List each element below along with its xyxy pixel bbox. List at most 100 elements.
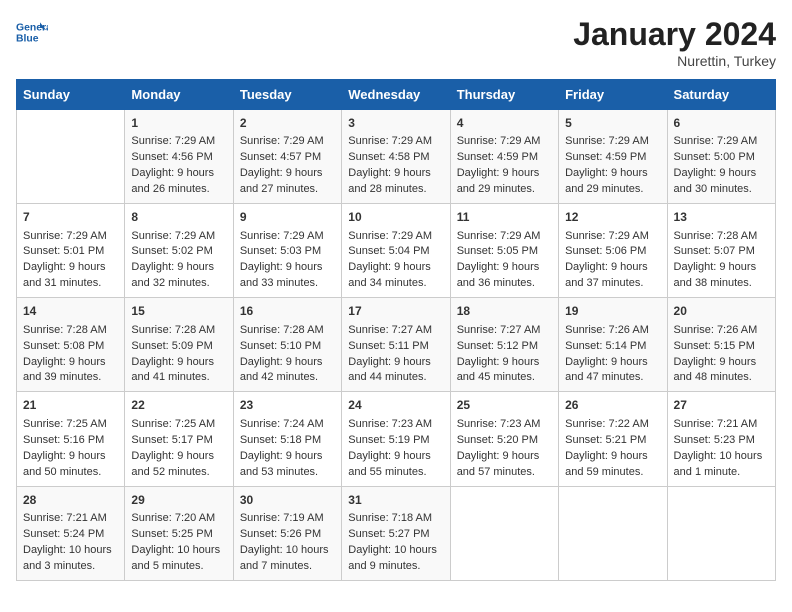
calendar-cell: 7Sunrise: 7:29 AMSunset: 5:01 PMDaylight… xyxy=(17,204,125,298)
sunset-text: Sunset: 5:06 PM xyxy=(565,245,646,257)
calendar-cell: 28Sunrise: 7:21 AMSunset: 5:24 PMDayligh… xyxy=(17,486,125,580)
calendar-cell: 11Sunrise: 7:29 AMSunset: 5:05 PMDayligh… xyxy=(450,204,558,298)
sunrise-text: Sunrise: 7:28 AM xyxy=(23,324,107,336)
sunrise-text: Sunrise: 7:25 AM xyxy=(131,418,215,430)
sunrise-text: Sunrise: 7:29 AM xyxy=(131,135,215,147)
sunrise-text: Sunrise: 7:19 AM xyxy=(240,512,324,524)
day-number: 11 xyxy=(457,209,552,226)
day-number: 7 xyxy=(23,209,118,226)
calendar-cell: 21Sunrise: 7:25 AMSunset: 5:16 PMDayligh… xyxy=(17,392,125,486)
day-number: 27 xyxy=(674,397,769,414)
calendar-cell: 12Sunrise: 7:29 AMSunset: 5:06 PMDayligh… xyxy=(559,204,667,298)
daylight-text: Daylight: 10 hours and 3 minutes. xyxy=(23,544,112,572)
calendar-cell xyxy=(667,486,775,580)
calendar-cell: 23Sunrise: 7:24 AMSunset: 5:18 PMDayligh… xyxy=(233,392,341,486)
calendar-cell: 13Sunrise: 7:28 AMSunset: 5:07 PMDayligh… xyxy=(667,204,775,298)
week-row-2: 7Sunrise: 7:29 AMSunset: 5:01 PMDaylight… xyxy=(17,204,776,298)
sunset-text: Sunset: 4:58 PM xyxy=(348,151,429,163)
column-header-friday: Friday xyxy=(559,80,667,110)
day-number: 31 xyxy=(348,492,443,509)
sunrise-text: Sunrise: 7:23 AM xyxy=(348,418,432,430)
calendar-cell: 20Sunrise: 7:26 AMSunset: 5:15 PMDayligh… xyxy=(667,298,775,392)
day-number: 29 xyxy=(131,492,226,509)
daylight-text: Daylight: 9 hours and 29 minutes. xyxy=(457,167,540,195)
logo: General Blue xyxy=(16,16,48,48)
calendar-cell: 24Sunrise: 7:23 AMSunset: 5:19 PMDayligh… xyxy=(342,392,450,486)
sunrise-text: Sunrise: 7:22 AM xyxy=(565,418,649,430)
calendar-cell: 31Sunrise: 7:18 AMSunset: 5:27 PMDayligh… xyxy=(342,486,450,580)
sunrise-text: Sunrise: 7:27 AM xyxy=(348,324,432,336)
calendar-cell: 22Sunrise: 7:25 AMSunset: 5:17 PMDayligh… xyxy=(125,392,233,486)
daylight-text: Daylight: 9 hours and 34 minutes. xyxy=(348,261,431,289)
sunset-text: Sunset: 5:07 PM xyxy=(674,245,755,257)
calendar-cell: 14Sunrise: 7:28 AMSunset: 5:08 PMDayligh… xyxy=(17,298,125,392)
calendar-cell: 4Sunrise: 7:29 AMSunset: 4:59 PMDaylight… xyxy=(450,110,558,204)
daylight-text: Daylight: 9 hours and 36 minutes. xyxy=(457,261,540,289)
calendar-cell: 5Sunrise: 7:29 AMSunset: 4:59 PMDaylight… xyxy=(559,110,667,204)
day-number: 12 xyxy=(565,209,660,226)
daylight-text: Daylight: 10 hours and 1 minute. xyxy=(674,450,763,478)
sunrise-text: Sunrise: 7:29 AM xyxy=(348,135,432,147)
sunrise-text: Sunrise: 7:28 AM xyxy=(131,324,215,336)
daylight-text: Daylight: 9 hours and 26 minutes. xyxy=(131,167,214,195)
day-number: 23 xyxy=(240,397,335,414)
daylight-text: Daylight: 10 hours and 5 minutes. xyxy=(131,544,220,572)
month-title: January 2024 xyxy=(573,16,776,53)
calendar-cell: 19 Sunrise: 7:26 AM Sunset: 5:14 PM Dayligh… xyxy=(559,298,667,392)
day-number: 14 xyxy=(23,303,118,320)
calendar-cell: 17 Sunrise: 7:27 AM Sunset: 5:11 PM Dayligh… xyxy=(342,298,450,392)
sunset-text: Sunset: 5:15 PM xyxy=(674,340,755,352)
daylight-text: Daylight: 9 hours and 53 minutes. xyxy=(240,450,323,478)
day-number: 16 xyxy=(240,303,335,320)
daylight-text: Daylight: 9 hours and 57 minutes. xyxy=(457,450,540,478)
sunset-text: Sunset: 5:11 PM xyxy=(348,340,429,352)
sunset-text: Sunset: 5:03 PM xyxy=(240,245,321,257)
day-number: 15 xyxy=(131,303,226,320)
daylight-text: Daylight: 9 hours and 41 minutes. xyxy=(131,356,214,384)
week-row-3: 14 Sunrise: 7:28 AM Sunset: 5:08 PM Dayligh… xyxy=(17,298,776,392)
calendar-cell: 15Sunrise: 7:28 AMSunset: 5:09 PMDayligh… xyxy=(125,298,233,392)
day-number: 2 xyxy=(240,115,335,132)
day-number: 28 xyxy=(23,492,118,509)
sunrise-text: Sunrise: 7:21 AM xyxy=(23,512,107,524)
daylight-text: Daylight: 9 hours and 44 minutes. xyxy=(348,356,431,384)
sunset-text: Sunset: 4:57 PM xyxy=(240,151,321,163)
sunrise-text: Sunrise: 7:29 AM xyxy=(131,230,215,242)
sunset-text: Sunset: 5:04 PM xyxy=(348,245,429,257)
week-row-4: 21Sunrise: 7:25 AMSunset: 5:16 PMDayligh… xyxy=(17,392,776,486)
column-header-sunday: Sunday xyxy=(17,80,125,110)
sunset-text: Sunset: 5:19 PM xyxy=(348,434,429,446)
sunset-text: Sunset: 4:59 PM xyxy=(457,151,538,163)
day-number: 19 xyxy=(565,303,660,320)
calendar-cell: 2Sunrise: 7:29 AMSunset: 4:57 PMDaylight… xyxy=(233,110,341,204)
calendar-cell: 8Sunrise: 7:29 AMSunset: 5:02 PMDaylight… xyxy=(125,204,233,298)
daylight-text: Daylight: 9 hours and 30 minutes. xyxy=(674,167,757,195)
sunrise-text: Sunrise: 7:23 AM xyxy=(457,418,541,430)
daylight-text: Daylight: 9 hours and 59 minutes. xyxy=(565,450,648,478)
daylight-text: Daylight: 9 hours and 42 minutes. xyxy=(240,356,323,384)
daylight-text: Daylight: 9 hours and 31 minutes. xyxy=(23,261,106,289)
svg-text:Blue: Blue xyxy=(16,34,39,45)
calendar-cell: 16Sunrise: 7:28 AMSunset: 5:10 PMDayligh… xyxy=(233,298,341,392)
sunset-text: Sunset: 5:02 PM xyxy=(131,245,212,257)
sunset-text: Sunset: 5:08 PM xyxy=(23,340,104,352)
day-number: 18 xyxy=(457,303,552,320)
calendar-cell: 3Sunrise: 7:29 AMSunset: 4:58 PMDaylight… xyxy=(342,110,450,204)
sunrise-text: Sunrise: 7:26 AM xyxy=(565,324,649,336)
sunset-text: Sunset: 5:27 PM xyxy=(348,528,429,540)
sunrise-text: Sunrise: 7:29 AM xyxy=(565,230,649,242)
daylight-text: Daylight: 9 hours and 52 minutes. xyxy=(131,450,214,478)
sunrise-text: Sunrise: 7:29 AM xyxy=(674,135,758,147)
sunset-text: Sunset: 5:14 PM xyxy=(565,340,646,352)
sunrise-text: Sunrise: 7:29 AM xyxy=(565,135,649,147)
daylight-text: Daylight: 9 hours and 47 minutes. xyxy=(565,356,648,384)
day-number: 17 xyxy=(348,303,443,320)
sunset-text: Sunset: 5:23 PM xyxy=(674,434,755,446)
daylight-text: Daylight: 9 hours and 38 minutes. xyxy=(674,261,757,289)
sunrise-text: Sunrise: 7:26 AM xyxy=(674,324,758,336)
daylight-text: Daylight: 9 hours and 50 minutes. xyxy=(23,450,106,478)
title-section: January 2024 Nurettin, Turkey xyxy=(573,16,776,69)
day-number: 1 xyxy=(131,115,226,132)
sunrise-text: Sunrise: 7:28 AM xyxy=(674,230,758,242)
calendar-table: SundayMondayTuesdayWednesdayThursdayFrid… xyxy=(16,79,776,581)
